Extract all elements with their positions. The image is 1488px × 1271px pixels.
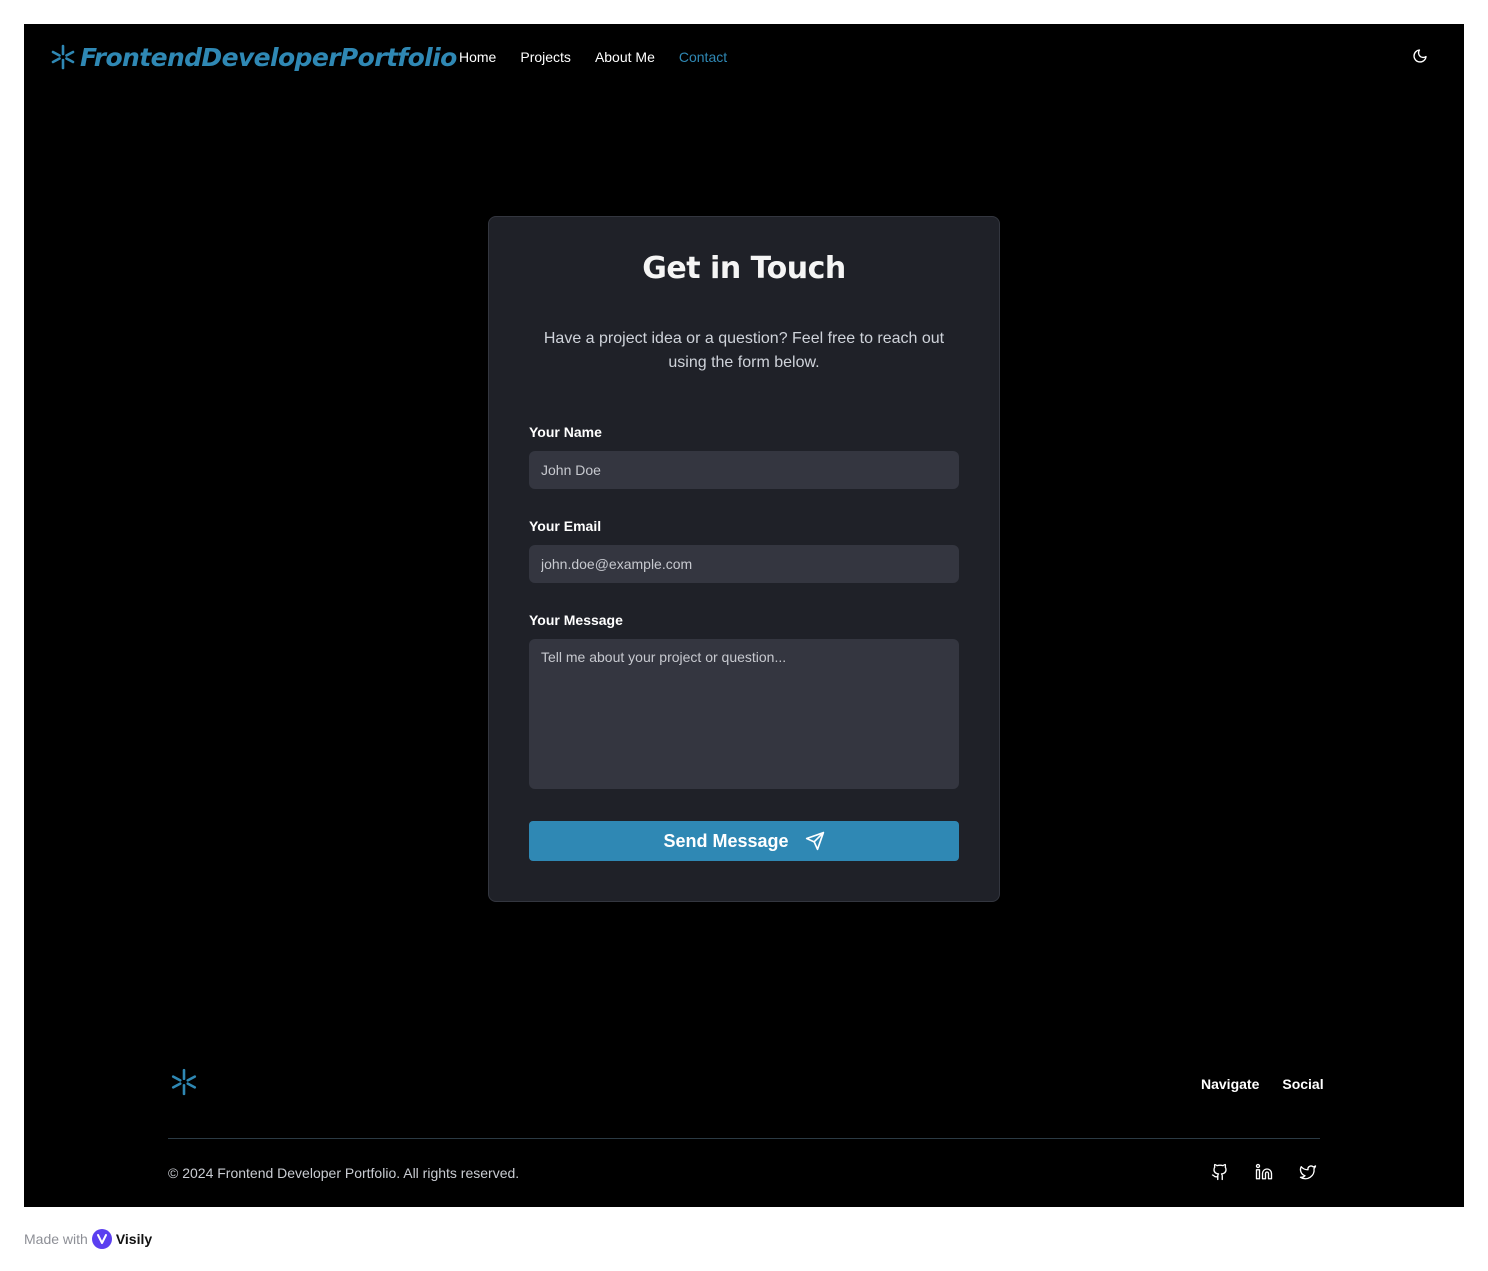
contact-subtitle: Have a project idea or a question? Feel … bbox=[543, 330, 945, 371]
made-with-badge[interactable]: Made with Visily bbox=[24, 1229, 152, 1249]
footer-divider bbox=[168, 1138, 1320, 1139]
linkedin-icon[interactable] bbox=[1254, 1162, 1274, 1182]
contact-title: Get in Touch bbox=[642, 251, 846, 286]
nav-link-about[interactable]: About Me bbox=[595, 46, 655, 68]
send-message-label: Send Message bbox=[663, 830, 789, 851]
name-input[interactable] bbox=[529, 451, 959, 489]
top-nav-bar: FrontendDeveloperPortfolio Home Projects… bbox=[24, 24, 1464, 90]
twitter-icon[interactable] bbox=[1298, 1162, 1318, 1182]
brand-logo[interactable]: FrontendDeveloperPortfolio bbox=[50, 40, 457, 74]
message-textarea[interactable] bbox=[529, 639, 959, 789]
moon-icon bbox=[1413, 49, 1427, 63]
footer-logo-icon[interactable] bbox=[170, 1068, 198, 1096]
copyright-text: © 2024 Frontend Developer Portfolio. All… bbox=[168, 1165, 520, 1181]
social-links bbox=[1210, 1162, 1318, 1182]
nav-link-projects[interactable]: Projects bbox=[520, 46, 571, 68]
email-input[interactable] bbox=[529, 545, 959, 583]
footer-social-link[interactable]: Social bbox=[1282, 1076, 1323, 1092]
main-nav: Home Projects About Me Contact bbox=[459, 46, 727, 68]
footer-navigate-link[interactable]: Navigate bbox=[1201, 1076, 1259, 1092]
send-message-button[interactable]: Send Message bbox=[529, 821, 959, 861]
email-label: Your Email bbox=[529, 518, 602, 534]
nav-link-home[interactable]: Home bbox=[459, 46, 496, 68]
contact-card: Get in Touch Have a project idea or a qu… bbox=[488, 216, 1000, 902]
visily-brand: Visily bbox=[115, 1231, 153, 1247]
made-with-label: Made with bbox=[24, 1231, 88, 1247]
send-icon bbox=[805, 831, 824, 851]
message-label: Your Message bbox=[529, 612, 623, 628]
visily-logo-icon bbox=[91, 1229, 112, 1249]
asterisk-logo-icon bbox=[51, 44, 75, 70]
footer-nav: Navigate Social bbox=[1201, 1076, 1324, 1092]
theme-toggle-button[interactable] bbox=[1410, 46, 1430, 66]
nav-link-contact[interactable]: Contact bbox=[679, 46, 727, 68]
github-icon[interactable] bbox=[1210, 1162, 1230, 1182]
brand-name: FrontendDeveloperPortfolio bbox=[80, 42, 457, 72]
name-label: Your Name bbox=[529, 424, 602, 440]
page-frame: FrontendDeveloperPortfolio Home Projects… bbox=[24, 24, 1464, 1207]
